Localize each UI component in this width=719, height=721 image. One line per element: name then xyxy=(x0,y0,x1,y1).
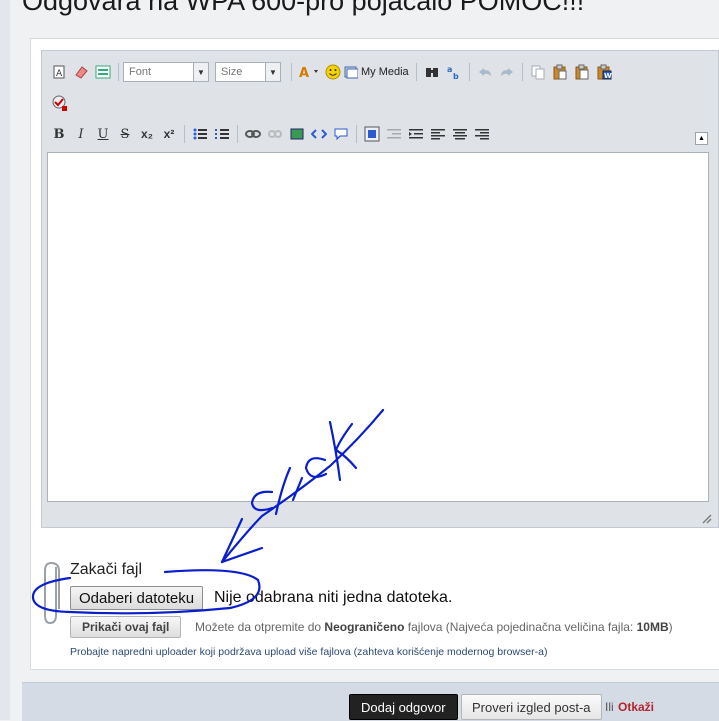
toolbar-separator xyxy=(416,63,417,81)
toolbar-separator xyxy=(356,125,357,143)
media-icon xyxy=(344,66,358,79)
numbered-list-icon[interactable] xyxy=(211,123,233,145)
toolbar-separator xyxy=(184,125,185,143)
or-text: Ili xyxy=(605,700,614,714)
toolbar-separator xyxy=(469,63,470,81)
table-icon[interactable] xyxy=(361,123,383,145)
paste-word-icon[interactable]: W xyxy=(593,61,615,83)
superscript-button[interactable]: x² xyxy=(158,123,180,145)
eraser-icon[interactable] xyxy=(70,61,92,83)
underline-button[interactable]: U xyxy=(92,123,114,145)
size-select[interactable]: Size ▼ xyxy=(215,62,281,82)
template-icon[interactable] xyxy=(92,61,114,83)
chevron-down-icon: ▼ xyxy=(193,63,208,81)
toolbar-separator xyxy=(118,63,119,81)
paste-text-icon[interactable] xyxy=(571,61,593,83)
attach-info-unlimited: Neograničeno xyxy=(324,620,405,634)
link-icon[interactable] xyxy=(242,123,264,145)
indent-icon[interactable] xyxy=(405,123,427,145)
chevron-down-icon: ▼ xyxy=(265,63,280,81)
svg-text:a: a xyxy=(447,65,452,74)
toolbar-separator xyxy=(237,125,238,143)
svg-text:A: A xyxy=(56,69,63,79)
spellcheck-icon[interactable] xyxy=(48,92,70,114)
subscript-button[interactable]: x₂ xyxy=(136,123,158,145)
my-media-label: My Media xyxy=(361,66,409,78)
font-select[interactable]: Font ▼ xyxy=(123,62,209,82)
attach-info: Možete da otpremite do Neograničeno fajl… xyxy=(195,620,673,634)
bold-button[interactable]: B xyxy=(48,123,70,145)
source-icon[interactable]: A xyxy=(48,61,70,83)
rich-text-editor: A Font ▼ Size ▼ A My Media a b W B I U S… xyxy=(41,50,719,528)
outdent-icon[interactable] xyxy=(383,123,405,145)
resize-grip-icon[interactable] xyxy=(700,511,712,524)
attach-label: Zakači fajl xyxy=(70,561,143,578)
toolbar-separator xyxy=(291,63,292,81)
smiley-icon[interactable] xyxy=(322,61,344,83)
svg-text:W: W xyxy=(604,72,612,80)
size-select-value: Size xyxy=(221,66,243,78)
quote-icon[interactable] xyxy=(330,123,352,145)
svg-text:b: b xyxy=(453,72,459,80)
attachments-section: Zakači fajl Odaberi datoteku Nije odabra… xyxy=(40,555,700,665)
attach-info-max: 10MB xyxy=(636,620,669,634)
font-select-value: Font xyxy=(129,66,152,78)
attach-file-button[interactable]: Prikači ovaj fajl xyxy=(70,616,182,638)
file-status: Nije odabrana niti jedna datoteka. xyxy=(214,589,453,606)
redo-icon[interactable] xyxy=(496,61,518,83)
toolbar-row-2 xyxy=(48,91,70,115)
preview-post-button[interactable]: Proveri izgled post-a xyxy=(461,694,602,720)
align-left-icon[interactable] xyxy=(427,123,449,145)
align-right-icon[interactable] xyxy=(471,123,493,145)
attach-info-middle: fajlova (Najveća pojedinačna veličina fa… xyxy=(407,620,634,634)
strikethrough-button[interactable]: S xyxy=(114,123,136,145)
text-color-icon[interactable]: A xyxy=(296,61,322,83)
attach-info-suffix: ) xyxy=(668,620,673,634)
unlink-icon[interactable] xyxy=(264,123,286,145)
toolbar-row-1: A Font ▼ Size ▼ A My Media a b W xyxy=(48,60,615,84)
message-textarea[interactable] xyxy=(47,152,709,502)
my-media-button[interactable]: My Media xyxy=(344,61,412,83)
code-icon[interactable] xyxy=(308,123,330,145)
advanced-uploader-link[interactable]: Probajte napredni uploader koji podržava… xyxy=(70,646,547,658)
collapse-toolbar-button[interactable]: ▲ xyxy=(695,132,708,145)
paperclip-icon xyxy=(44,561,60,625)
align-center-icon[interactable] xyxy=(449,123,471,145)
cancel-link[interactable]: Otkaži xyxy=(618,700,654,714)
submit-reply-button[interactable]: Dodaj odgovor xyxy=(349,694,458,720)
find-icon[interactable] xyxy=(421,61,443,83)
replace-icon[interactable]: ab xyxy=(443,61,465,83)
toolbar-row-3: B I U S x₂ x² xyxy=(48,122,493,146)
page-title: Odgovara na WPA 600-pro pojačalo POMOĆ!!… xyxy=(22,0,585,16)
copy-icon[interactable] xyxy=(527,61,549,83)
undo-icon[interactable] xyxy=(474,61,496,83)
toolbar-separator xyxy=(522,63,523,81)
page-left-strip xyxy=(0,0,10,720)
bullet-list-icon[interactable] xyxy=(189,123,211,145)
image-icon[interactable] xyxy=(286,123,308,145)
attach-info-prefix: Možete da otpremite do xyxy=(195,620,322,634)
choose-file-button[interactable]: Odaberi datoteku xyxy=(70,586,204,610)
svg-text:A: A xyxy=(299,66,309,80)
italic-button[interactable]: I xyxy=(70,123,92,145)
paste-icon[interactable] xyxy=(549,61,571,83)
